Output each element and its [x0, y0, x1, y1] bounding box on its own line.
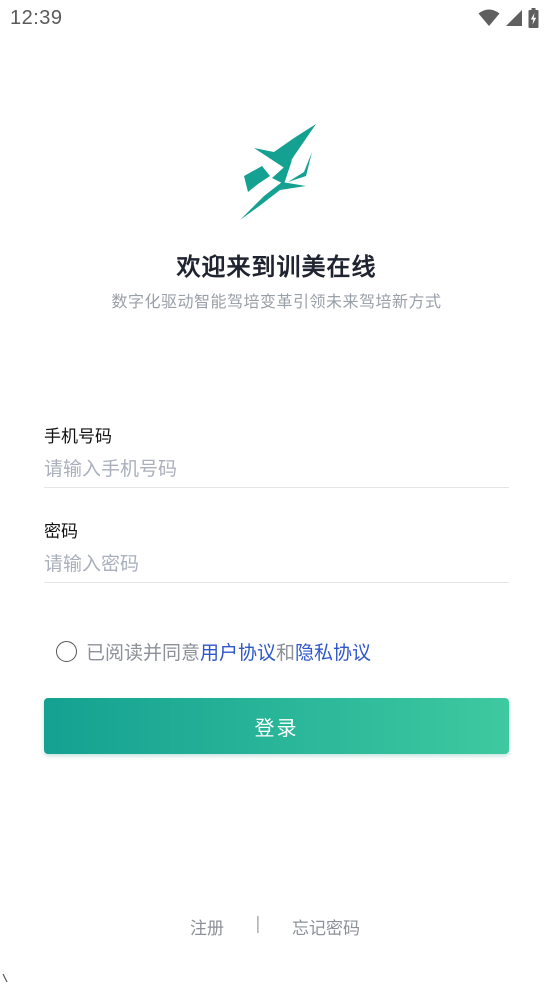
welcome-subtitle: 数字化驱动智能驾培变革引领未来驾培新方式: [111, 292, 442, 311]
status-icons: [478, 8, 539, 28]
wifi-icon: [478, 9, 500, 27]
login-button[interactable]: 登录: [44, 698, 509, 754]
cellular-signal-icon: [505, 9, 523, 27]
footer-links: 注册 | 忘记密码: [0, 914, 553, 940]
agreement-conjunction: 和: [276, 642, 296, 664]
footer-divider: |: [255, 914, 261, 934]
corner-artifact: [2, 968, 8, 983]
agreement-checkbox[interactable]: [56, 641, 77, 662]
password-label: 密码: [44, 522, 78, 542]
agreement-row: 已阅读并同意 用户协议 和 隐私协议: [56, 638, 371, 665]
register-link[interactable]: 注册: [190, 914, 224, 939]
status-time: 12:39: [10, 7, 63, 29]
status-bar: 12:39: [0, 0, 553, 40]
forgot-password-link[interactable]: 忘记密码: [292, 914, 360, 939]
xunmei-logo-icon: [236, 122, 320, 222]
password-field-group: 密码: [44, 520, 509, 583]
agreement-prefix: 已阅读并同意: [86, 642, 201, 664]
phone-field-group: 手机号码: [44, 425, 509, 488]
privacy-agreement-link[interactable]: 隐私协议: [295, 638, 371, 665]
battery-charging-icon: [528, 8, 539, 28]
phone-label: 手机号码: [44, 427, 112, 447]
welcome-title: 欢迎来到训美在线: [176, 253, 377, 281]
phone-input[interactable]: [44, 456, 509, 488]
password-input[interactable]: [44, 551, 509, 583]
user-agreement-link[interactable]: 用户协议: [200, 638, 276, 665]
